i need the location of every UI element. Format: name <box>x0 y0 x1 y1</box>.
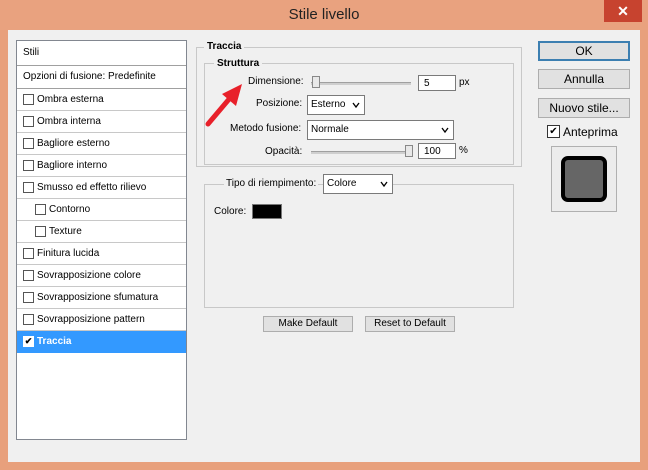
color-label: Colore: <box>214 206 247 217</box>
window-title: Stile livello <box>288 6 360 23</box>
cancel-button[interactable]: Annulla <box>538 69 630 89</box>
new-style-button[interactable]: Nuovo stile... <box>538 98 630 118</box>
opacity-input[interactable]: 100 <box>418 143 456 159</box>
opacity-label: Opacità: <box>265 146 303 157</box>
preview-label[interactable]: Anteprima <box>563 125 618 139</box>
size-slider-thumb[interactable] <box>312 76 320 88</box>
blending-options-item[interactable]: Opzioni di fusione: Predefinite <box>17 66 186 89</box>
size-unit: px <box>459 77 470 88</box>
fill-group <box>204 184 514 308</box>
blend-mode-select[interactable]: Normale <box>307 120 454 140</box>
preview-shape <box>561 156 607 202</box>
fill-type-value: Colore <box>327 178 357 189</box>
style-checkbox[interactable] <box>23 248 34 259</box>
style-checkbox[interactable] <box>23 160 34 171</box>
position-label: Posizione: <box>256 98 303 109</box>
style-checkbox[interactable] <box>23 94 34 105</box>
size-input[interactable]: 5 <box>418 75 456 91</box>
style-checkbox[interactable] <box>23 270 34 281</box>
style-checkbox[interactable] <box>23 138 34 149</box>
opacity-slider-track[interactable] <box>311 151 411 154</box>
style-checkbox[interactable] <box>23 292 34 303</box>
style-checkbox[interactable] <box>23 182 34 193</box>
chevron-down-icon <box>380 181 388 188</box>
fill-type-select[interactable]: Colore <box>323 174 393 194</box>
style-item[interactable]: Sovrapposizione sfumatura <box>17 287 186 309</box>
style-checkbox[interactable] <box>35 226 46 237</box>
preview-checkbox[interactable]: ✔ <box>547 125 560 138</box>
style-item-label: Sovrapposizione pattern <box>37 314 145 325</box>
style-item[interactable]: Bagliore esterno <box>17 133 186 155</box>
styles-header[interactable]: Stili <box>17 41 186 66</box>
style-item-label: Ombra interna <box>37 116 101 127</box>
style-checkbox[interactable]: ✔ <box>23 336 34 347</box>
style-item-label: Sovrapposizione sfumatura <box>37 292 159 303</box>
style-item-label: Contorno <box>49 204 91 215</box>
position-value: Esterno <box>311 99 346 110</box>
opacity-unit: % <box>459 145 468 156</box>
style-item[interactable]: Sovrapposizione pattern <box>17 309 186 331</box>
style-checkbox[interactable] <box>35 204 46 215</box>
style-item-label: Bagliore esterno <box>37 138 110 149</box>
size-slider-track[interactable] <box>311 82 411 85</box>
blend-mode-value: Normale <box>311 124 349 135</box>
style-checkbox[interactable] <box>23 314 34 325</box>
style-item-label: Finitura lucida <box>37 248 100 259</box>
opacity-slider-thumb[interactable] <box>405 145 413 157</box>
style-item[interactable]: Finitura lucida <box>17 243 186 265</box>
dialog-body: Stili Opzioni di fusione: Predefinite Om… <box>8 30 640 462</box>
style-item[interactable]: Sovrapposizione colore <box>17 265 186 287</box>
style-item[interactable]: Smusso ed effetto rilievo <box>17 177 186 199</box>
make-default-button[interactable]: Make Default <box>263 316 353 332</box>
size-label: Dimensione: <box>248 76 304 87</box>
stroke-group-title: Traccia <box>204 41 245 52</box>
chevron-down-icon <box>352 102 360 109</box>
structure-group-title: Struttura <box>214 58 263 69</box>
ok-button[interactable]: OK <box>538 41 630 61</box>
position-select[interactable]: Esterno <box>307 95 365 115</box>
preview-thumbnail <box>551 146 617 212</box>
color-swatch[interactable] <box>252 204 282 219</box>
style-item-label: Ombra esterna <box>37 94 104 105</box>
style-item[interactable]: Bagliore interno <box>17 155 186 177</box>
style-item[interactable]: Texture <box>17 221 186 243</box>
fill-type-label: Tipo di riempimento: <box>224 178 319 189</box>
chevron-down-icon <box>441 127 449 134</box>
style-item-label: Bagliore interno <box>37 160 108 171</box>
style-item-label: Traccia <box>37 336 72 347</box>
style-checkbox[interactable] <box>23 116 34 127</box>
style-item[interactable]: Contorno <box>17 199 186 221</box>
close-icon: ✕ <box>617 3 629 19</box>
style-item-label: Smusso ed effetto rilievo <box>37 182 147 193</box>
style-item[interactable]: Ombra interna <box>17 111 186 133</box>
title-bar: Stile livello ✕ <box>0 0 648 30</box>
style-item[interactable]: ✔ Traccia <box>17 331 186 353</box>
style-item-label: Sovrapposizione colore <box>37 270 141 281</box>
styles-list: Stili Opzioni di fusione: Predefinite Om… <box>16 40 187 440</box>
reset-default-button[interactable]: Reset to Default <box>365 316 455 332</box>
style-item-label: Texture <box>49 226 82 237</box>
annotation-arrow-icon <box>205 84 242 127</box>
close-button[interactable]: ✕ <box>604 0 642 22</box>
style-item[interactable]: Ombra esterna <box>17 89 186 111</box>
